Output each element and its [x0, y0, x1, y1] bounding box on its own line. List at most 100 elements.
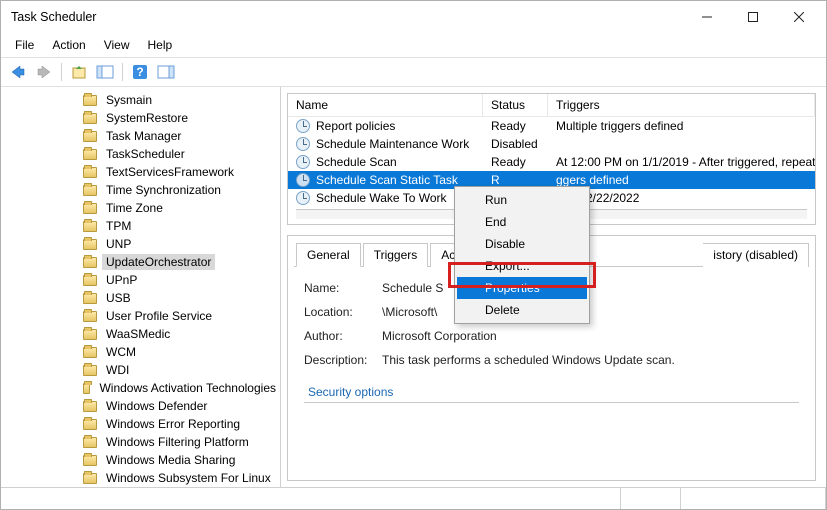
maximize-button[interactable]: [730, 1, 776, 33]
tree-item-label: SystemRestore: [102, 110, 192, 126]
tree-item[interactable]: Windows Subsystem For Linux: [1, 469, 280, 487]
folder-icon: [83, 113, 97, 124]
back-button[interactable]: [7, 61, 29, 83]
toolbar: ?: [1, 57, 826, 87]
folder-icon: [83, 329, 97, 340]
tree-item[interactable]: Time Zone: [1, 199, 280, 217]
menu-properties[interactable]: Properties: [457, 277, 587, 299]
tree-item-label: WCM: [102, 344, 140, 360]
tab-triggers[interactable]: Triggers: [363, 243, 429, 267]
tree-item-label: TextServicesFramework: [102, 164, 238, 180]
folder-icon: [83, 167, 97, 178]
tree-item[interactable]: SystemRestore: [1, 109, 280, 127]
tree-item[interactable]: TPM: [1, 217, 280, 235]
panel-button[interactable]: [155, 61, 177, 83]
menu-file[interactable]: File: [7, 35, 42, 55]
folder-icon: [83, 203, 97, 214]
close-button[interactable]: [776, 1, 822, 33]
clock-icon: [296, 155, 310, 169]
cell-triggers: [548, 142, 815, 146]
tree-item[interactable]: Windows Media Sharing: [1, 451, 280, 469]
tree-item[interactable]: TextServicesFramework: [1, 163, 280, 181]
folder-icon: [83, 401, 97, 412]
tree-item[interactable]: WCM: [1, 343, 280, 361]
folder-icon: [83, 383, 90, 394]
tree-item[interactable]: Task Manager: [1, 127, 280, 145]
title-bar: Task Scheduler: [1, 1, 826, 33]
tree-item-label: Time Synchronization: [102, 182, 225, 198]
tree-item[interactable]: USB: [1, 289, 280, 307]
status-segment: [1, 488, 621, 509]
show-hide-tree-button[interactable]: [94, 61, 116, 83]
tree-item-label: UNP: [102, 236, 135, 252]
column-triggers[interactable]: Triggers: [548, 94, 815, 116]
folder-icon: [83, 275, 97, 286]
up-button[interactable]: [68, 61, 90, 83]
menu-bar: File Action View Help: [1, 33, 826, 57]
tree-item[interactable]: TaskScheduler: [1, 145, 280, 163]
menu-help[interactable]: Help: [140, 35, 181, 55]
forward-button[interactable]: [33, 61, 55, 83]
tree-item-label: TPM: [102, 218, 135, 234]
tree-item[interactable]: Time Synchronization: [1, 181, 280, 199]
tree-item[interactable]: UPnP: [1, 271, 280, 289]
tree-item[interactable]: UNP: [1, 235, 280, 253]
tree-item-label: UpdateOrchestrator: [102, 254, 215, 270]
tree-item[interactable]: Sysmain: [1, 91, 280, 109]
tree-item[interactable]: WDI: [1, 361, 280, 379]
tree-item-label: Windows Subsystem For Linux: [102, 470, 275, 486]
cell-name: Schedule Maintenance Work: [288, 135, 483, 153]
tab-general[interactable]: General: [296, 243, 361, 267]
folder-icon: [83, 419, 97, 430]
folder-icon: [83, 437, 97, 448]
label-location: Location:: [304, 305, 382, 319]
tree-item-label: Windows Filtering Platform: [102, 434, 253, 450]
column-status[interactable]: Status: [483, 94, 548, 116]
task-list-header: Name Status Triggers: [288, 94, 815, 117]
folder-icon: [83, 347, 97, 358]
window-title: Task Scheduler: [5, 10, 684, 24]
menu-action[interactable]: Action: [44, 35, 93, 55]
tree-item-label: Windows Activation Technologies: [95, 380, 280, 396]
folder-icon: [83, 365, 97, 376]
column-name[interactable]: Name: [288, 94, 483, 116]
tree-item[interactable]: UpdateOrchestrator: [1, 253, 280, 271]
task-row[interactable]: Schedule ScanReadyAt 12:00 PM on 1/1/201…: [288, 153, 815, 171]
tree-item-label: UPnP: [102, 272, 141, 288]
cell-name: Report policies: [288, 117, 483, 135]
tree-item[interactable]: Windows Error Reporting: [1, 415, 280, 433]
menu-end[interactable]: End: [457, 211, 587, 233]
cell-status: Ready: [483, 117, 548, 135]
clock-icon: [296, 119, 310, 133]
menu-delete[interactable]: Delete: [457, 299, 587, 321]
menu-export[interactable]: Export...: [457, 255, 587, 277]
menu-disable[interactable]: Disable: [457, 233, 587, 255]
task-row[interactable]: Schedule Maintenance WorkDisabled: [288, 135, 815, 153]
toolbar-separator: [122, 63, 123, 81]
label-author: Author:: [304, 329, 382, 343]
tree-item[interactable]: Windows Filtering Platform: [1, 433, 280, 451]
label-name: Name:: [304, 281, 382, 295]
tree-item[interactable]: User Profile Service: [1, 307, 280, 325]
help-button[interactable]: ?: [129, 61, 151, 83]
tree-item-label: Task Manager: [102, 128, 185, 144]
folder-icon: [83, 293, 97, 304]
task-row[interactable]: Report policiesReadyMultiple triggers de…: [288, 117, 815, 135]
status-bar: [1, 487, 826, 509]
tree-pane[interactable]: SysmainSystemRestore Task ManagerTaskSche…: [1, 87, 281, 487]
folder-icon: [83, 221, 97, 232]
status-segment: [681, 488, 826, 509]
menu-run[interactable]: Run: [457, 189, 587, 211]
toolbar-separator: [61, 63, 62, 81]
tab-history[interactable]: istory (disabled): [703, 243, 809, 267]
tree-item[interactable]: WaaSMedic: [1, 325, 280, 343]
minimize-button[interactable]: [684, 1, 730, 33]
value-location: \Microsoft\or: [382, 305, 799, 319]
menu-view[interactable]: View: [96, 35, 138, 55]
tree-item-label: Windows Media Sharing: [102, 452, 239, 468]
tree-item[interactable]: Windows Defender: [1, 397, 280, 415]
tree-item[interactable]: Windows Activation Technologies: [1, 379, 280, 397]
cell-status: Ready: [483, 153, 548, 171]
tree-item-label: Time Zone: [102, 200, 167, 216]
value-author: Microsoft Corporation: [382, 329, 799, 343]
